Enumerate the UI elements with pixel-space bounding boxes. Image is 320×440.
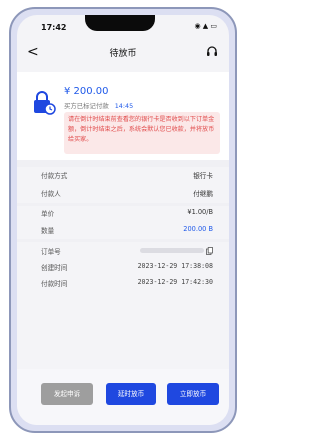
paid-time-label: 付款时间 bbox=[41, 280, 68, 288]
copy-icon[interactable] bbox=[206, 247, 213, 255]
paid-time-value: 2023-12-29 17:42:30 bbox=[137, 278, 213, 286]
appeal-button[interactable]: 发起申诉 bbox=[41, 383, 93, 405]
order-number-row: 订单号 bbox=[41, 246, 213, 260]
customer-service-icon[interactable] bbox=[205, 45, 219, 59]
lock-clock-icon bbox=[34, 91, 56, 115]
dynamic-island bbox=[85, 15, 155, 31]
page-title: 待放币 bbox=[109, 49, 137, 59]
unit-price-value: ¥1.00/B bbox=[187, 208, 213, 216]
order-summary-card: ¥ 200.00 买方已标记付款 14:45 请在倒计时结束前查看您的银行卡是否收… bbox=[17, 72, 229, 160]
payer-value: 付继鹏 bbox=[193, 190, 213, 198]
order-number-label: 订单号 bbox=[41, 248, 61, 256]
quantity-label: 数量 bbox=[41, 227, 55, 235]
order-amount: ¥ 200.00 bbox=[64, 86, 109, 97]
action-bar: 发起申诉 延时放币 立即放币 bbox=[17, 369, 229, 425]
quantity-value: 200.00 B bbox=[183, 225, 213, 233]
payer-label: 付款人 bbox=[41, 190, 61, 198]
payment-method-row: 付款方式 银行卡 bbox=[41, 170, 213, 184]
payment-status: 买方已标记付款 14:45 bbox=[64, 101, 133, 110]
status-time: 17:42 bbox=[41, 23, 67, 32]
navigation-bar: < 待放币 bbox=[17, 42, 229, 66]
unit-price-row: 单价 ¥1.00/B bbox=[41, 208, 213, 222]
redacted-order-number bbox=[140, 248, 204, 253]
delay-release-button[interactable]: 延时放币 bbox=[106, 383, 156, 405]
quantity-row: 数量 200.00 B bbox=[41, 225, 213, 239]
created-time-label: 创建时间 bbox=[41, 264, 68, 272]
unit-price-label: 单价 bbox=[41, 210, 55, 218]
countdown-timer: 14:45 bbox=[114, 102, 134, 110]
status-bar: 17:42 ◉ ▲ ▭ bbox=[17, 15, 229, 39]
section-divider bbox=[17, 160, 229, 167]
created-time-value: 2023-12-29 17:38:08 bbox=[137, 262, 213, 270]
release-notice: 请在倒计时结束前查看您的银行卡是否收到以下订单金额，倒计时结束之后，系统会默认您… bbox=[64, 112, 220, 154]
app-screen: 17:42 ◉ ▲ ▭ < 待放币 ¥ 200.00 买方已标记付款 14:45 bbox=[17, 15, 229, 425]
phone-frame: 17:42 ◉ ▲ ▭ < 待放币 ¥ 200.00 买方已标记付款 14:45 bbox=[9, 7, 237, 433]
buyer-paid-text: 买方已标记付款 bbox=[64, 102, 109, 110]
created-time-row: 创建时间 2023-12-29 17:38:08 bbox=[41, 262, 213, 276]
payment-method-value: 银行卡 bbox=[193, 172, 213, 180]
payer-row: 付款人 付继鹏 bbox=[41, 188, 213, 202]
section-divider bbox=[17, 203, 229, 206]
paid-time-row: 付款时间 2023-12-29 17:42:30 bbox=[41, 278, 213, 292]
release-now-button[interactable]: 立即放币 bbox=[167, 383, 219, 405]
status-icons: ◉ ▲ ▭ bbox=[194, 22, 217, 30]
payment-method-label: 付款方式 bbox=[41, 172, 68, 180]
section-divider bbox=[17, 239, 229, 242]
